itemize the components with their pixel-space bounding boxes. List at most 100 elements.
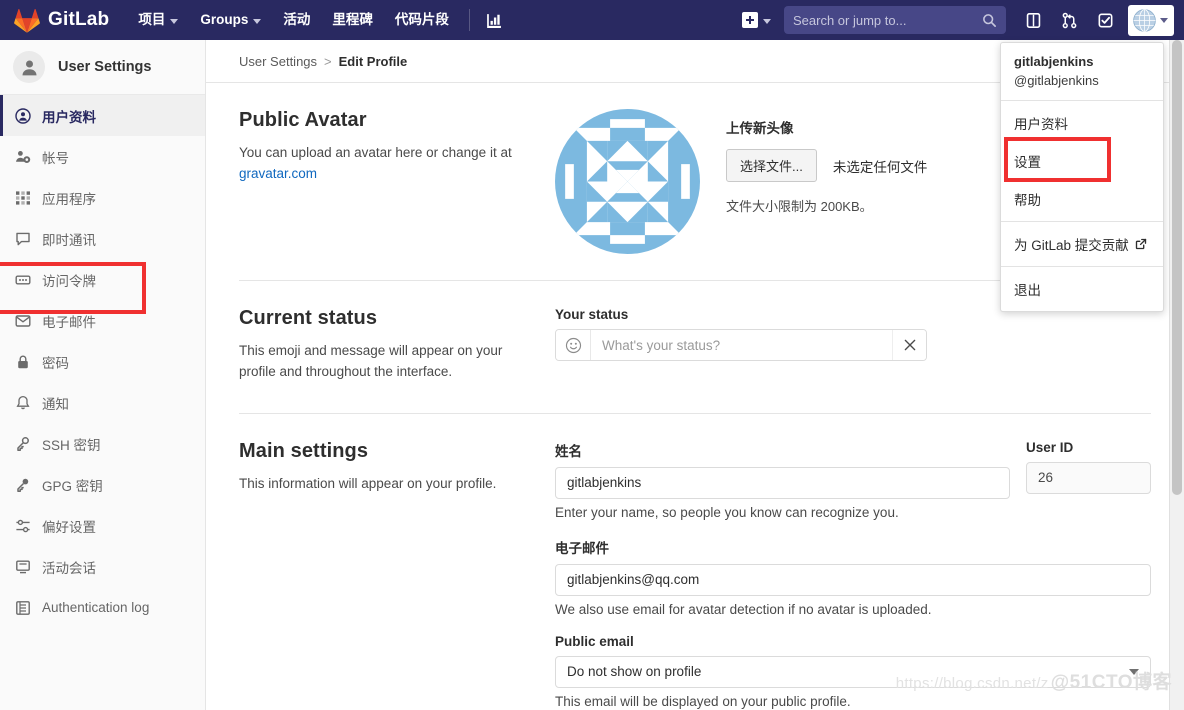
emoji-picker-button[interactable] [556,330,591,360]
sidebar-item-profile[interactable]: 用户资料 [0,95,205,136]
scrollbar-thumb[interactable] [1172,40,1182,495]
sidebar-item-gpg-keys[interactable]: GPG 密钥 [0,464,205,505]
search-input[interactable]: Search or jump to... [784,6,1006,34]
page-scrollbar[interactable] [1169,40,1184,710]
issues-button[interactable] [1016,0,1050,40]
user-menu-identity: gitlabjenkins @gitlabjenkins [1001,43,1163,100]
public-email-selected-value: Do not show on profile [567,664,702,680]
user-menu-name: gitlabjenkins [1014,54,1094,69]
nav-item-activity-label: 活动 [283,12,311,27]
user-menu-item-signout-label: 退出 [1014,282,1041,298]
sidebar-item-active-sessions[interactable]: 活动会话 [0,546,205,587]
applications-grid-icon [14,190,31,206]
chart-icon [487,13,502,28]
sidebar-item-emails-label: 电子邮件 [42,314,96,330]
sidebar-item-ssh-keys-label: SSH 密钥 [42,437,101,453]
name-and-userid-row: 姓名 gitlabjenkins Enter your name, so peo… [555,440,1151,520]
main-settings-form: 姓名 gitlabjenkins Enter your name, so peo… [555,440,1151,710]
key-icon [14,436,31,452]
sidebar-item-account[interactable]: 帐号 [0,136,205,177]
sidebar-header[interactable]: User Settings [0,40,205,95]
brand-label: GitLab [48,9,110,30]
key-icon [14,477,31,493]
sidebar-item-applications[interactable]: 应用程序 [0,177,205,218]
public-avatar-description-text: You can upload an avatar here or change … [239,145,512,160]
top-navigation-bar: GitLab 项目 Groups 活动 里程碑 代码片段 Search or j… [0,0,1184,40]
user-menu-item-profile-label: 用户资料 [1014,116,1068,132]
user-menu-dropdown: gitlabjenkins @gitlabjenkins 用户资料 设置 帮助 … [1000,42,1164,312]
user-menu-item-profile[interactable]: 用户资料 [1001,104,1163,142]
close-icon [904,339,915,351]
avatar [13,51,45,83]
globe-avatar-icon [1133,8,1156,32]
sidebar-item-preferences-label: 偏好设置 [42,519,96,535]
public-email-label: Public email [555,633,634,649]
name-input[interactable]: gitlabjenkins [555,466,1010,499]
user-menu-item-signout[interactable]: 退出 [1001,270,1163,308]
search-icon [983,13,996,27]
status-input[interactable]: What's your status? [591,330,892,360]
nav-item-projects[interactable]: 项目 [127,0,189,40]
sidebar-item-notifications[interactable]: 通知 [0,382,205,423]
clear-status-button[interactable] [892,330,926,360]
nav-item-snippets[interactable]: 代码片段 [384,0,460,40]
public-email-select[interactable]: Do not show on profile [555,655,1151,688]
email-input[interactable]: gitlabjenkins@qq.com [555,563,1151,596]
public-avatar-description: You can upload an avatar here or change … [239,143,535,185]
chat-icon [14,231,31,247]
sidebar-item-access-tokens-label: 访问令牌 [42,273,96,289]
account-gear-icon [14,149,31,165]
selected-file-name: 未选定任何文件 [832,159,928,175]
chevron-down-icon [1160,17,1168,23]
user-menu-item-contribute[interactable]: 为 GitLab 提交贡献 [1001,225,1163,263]
gitlab-logo-home-link[interactable]: GitLab [0,0,127,40]
nav-item-milestones[interactable]: 里程碑 [321,0,384,40]
public-avatar-title: Public Avatar [239,109,367,131]
user-menu-item-contribute-label: 为 GitLab 提交贡献 [1014,237,1129,253]
sidebar-item-preferences[interactable]: 偏好设置 [0,505,205,546]
user-menu-button[interactable] [1128,4,1174,36]
nav-right-cluster: Search or jump to... [735,0,1184,40]
sidebar-item-profile-label: 用户资料 [42,109,96,125]
gravatar-link[interactable]: gravatar.com [239,166,317,181]
nav-item-groups-label: Groups [200,12,249,27]
userid-label: User ID [1026,439,1074,455]
user-menu-item-settings[interactable]: 设置 [1001,142,1163,180]
sidebar-item-notifications-label: 通知 [42,396,69,412]
nav-item-analytics[interactable] [479,0,509,40]
public-avatar-info: Public Avatar You can upload an avatar h… [239,109,555,254]
name-help-text: Enter your name, so people you know can … [555,504,899,520]
primary-nav-links: 项目 Groups 活动 里程碑 代码片段 [127,0,509,40]
sidebar-item-authentication-log[interactable]: Authentication log [0,587,205,628]
lock-icon [14,354,31,370]
nav-divider [468,9,470,31]
sidebar-item-active-sessions-label: 活动会话 [42,560,96,576]
breadcrumb-root[interactable]: User Settings [239,54,317,69]
main-settings-title: Main settings [239,439,369,462]
email-field-group: 电子邮件 gitlabjenkins@qq.com We also use em… [555,537,1151,617]
sidebar-item-access-tokens[interactable]: 访问令牌 [0,259,205,300]
email-help-text: We also use email for avatar detection i… [555,601,932,617]
todos-button[interactable] [1088,0,1122,40]
sidebar-item-password-label: 密码 [42,355,69,371]
sidebar-item-applications-label: 应用程序 [42,191,96,207]
user-menu-signout-group: 退出 [1001,267,1163,311]
sidebar-item-ssh-keys[interactable]: SSH 密钥 [0,423,205,464]
chevron-down-icon [170,18,179,24]
create-new-button[interactable] [735,5,778,35]
sidebar-item-chat[interactable]: 即时通讯 [0,218,205,259]
sidebar-item-chat-label: 即时通讯 [42,232,96,248]
nav-item-activity[interactable]: 活动 [272,0,321,40]
sidebar-item-password[interactable]: 密码 [0,341,205,382]
current-status-description: This emoji and message will appear on yo… [239,343,503,379]
nav-item-groups[interactable]: Groups [189,0,272,40]
preferences-icon [14,518,31,534]
sidebar-item-account-label: 帐号 [42,150,69,166]
breadcrumb-current[interactable]: Edit Profile [339,54,408,69]
sidebar-item-emails[interactable]: 电子邮件 [0,300,205,341]
choose-file-button[interactable]: 选择文件... [726,149,817,182]
userid-field-group: User ID 26 [1026,440,1151,520]
user-menu-item-help[interactable]: 帮助 [1001,180,1163,218]
userid-input: 26 [1026,461,1151,494]
merge-requests-button[interactable] [1052,0,1086,40]
